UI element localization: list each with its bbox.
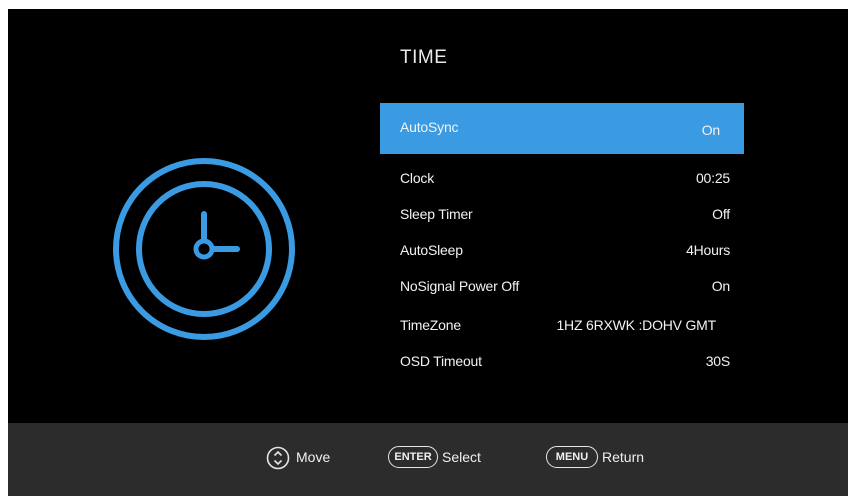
footer-hint-bar: Move ENTER Select MENU Return	[8, 423, 848, 496]
menu-item-autosleep[interactable]: AutoSleep 4Hours	[380, 235, 744, 265]
menu-item-label: OSD Timeout	[400, 353, 482, 369]
menu-item-value: 00:25	[695, 170, 730, 186]
return-label: Return	[602, 449, 645, 465]
menu-item-label: AutoSync	[400, 119, 459, 135]
menu-item-label: Clock	[400, 170, 435, 186]
clock-icon	[113, 158, 295, 340]
menu-item-value: 30S	[705, 353, 731, 369]
menu-item-value: 1HZ 6RXWK :DOHV GMT	[556, 317, 716, 333]
menu-item-label: Sleep Timer	[400, 206, 473, 222]
select-label: Select	[442, 449, 481, 465]
select-hint: ENTER Select	[388, 446, 508, 472]
move-label: Move	[296, 449, 331, 465]
updown-arrows-icon	[266, 446, 290, 470]
menu-item-label: TimeZone	[400, 317, 461, 333]
menu-item-autosync[interactable]: AutoSync On	[380, 103, 744, 154]
menu-title: TIME	[400, 47, 448, 68]
menu-item-label: NoSignal Power Off	[400, 278, 520, 294]
menu-item-value: On	[701, 122, 720, 138]
menu-item-sleep-timer[interactable]: Sleep Timer Off	[380, 199, 744, 229]
menu-item-timezone[interactable]: TimeZone 1HZ 6RXWK :DOHV GMT	[380, 310, 744, 340]
move-hint: Move	[266, 446, 346, 472]
menu-item-label: AutoSleep	[400, 242, 463, 258]
menu-item-value: On	[711, 278, 730, 294]
menu-item-nosignal-power-off[interactable]: NoSignal Power Off On	[380, 271, 744, 301]
return-hint: MENU Return	[546, 446, 666, 472]
menu-key-icon: MENU	[546, 446, 598, 468]
enter-key-icon: ENTER	[388, 446, 438, 468]
menu-item-value: Off	[712, 206, 730, 222]
menu-item-clock[interactable]: Clock 00:25	[380, 163, 744, 193]
menu-item-osd-timeout[interactable]: OSD Timeout 30S	[380, 346, 744, 376]
menu-item-value: 4Hours	[686, 242, 730, 258]
